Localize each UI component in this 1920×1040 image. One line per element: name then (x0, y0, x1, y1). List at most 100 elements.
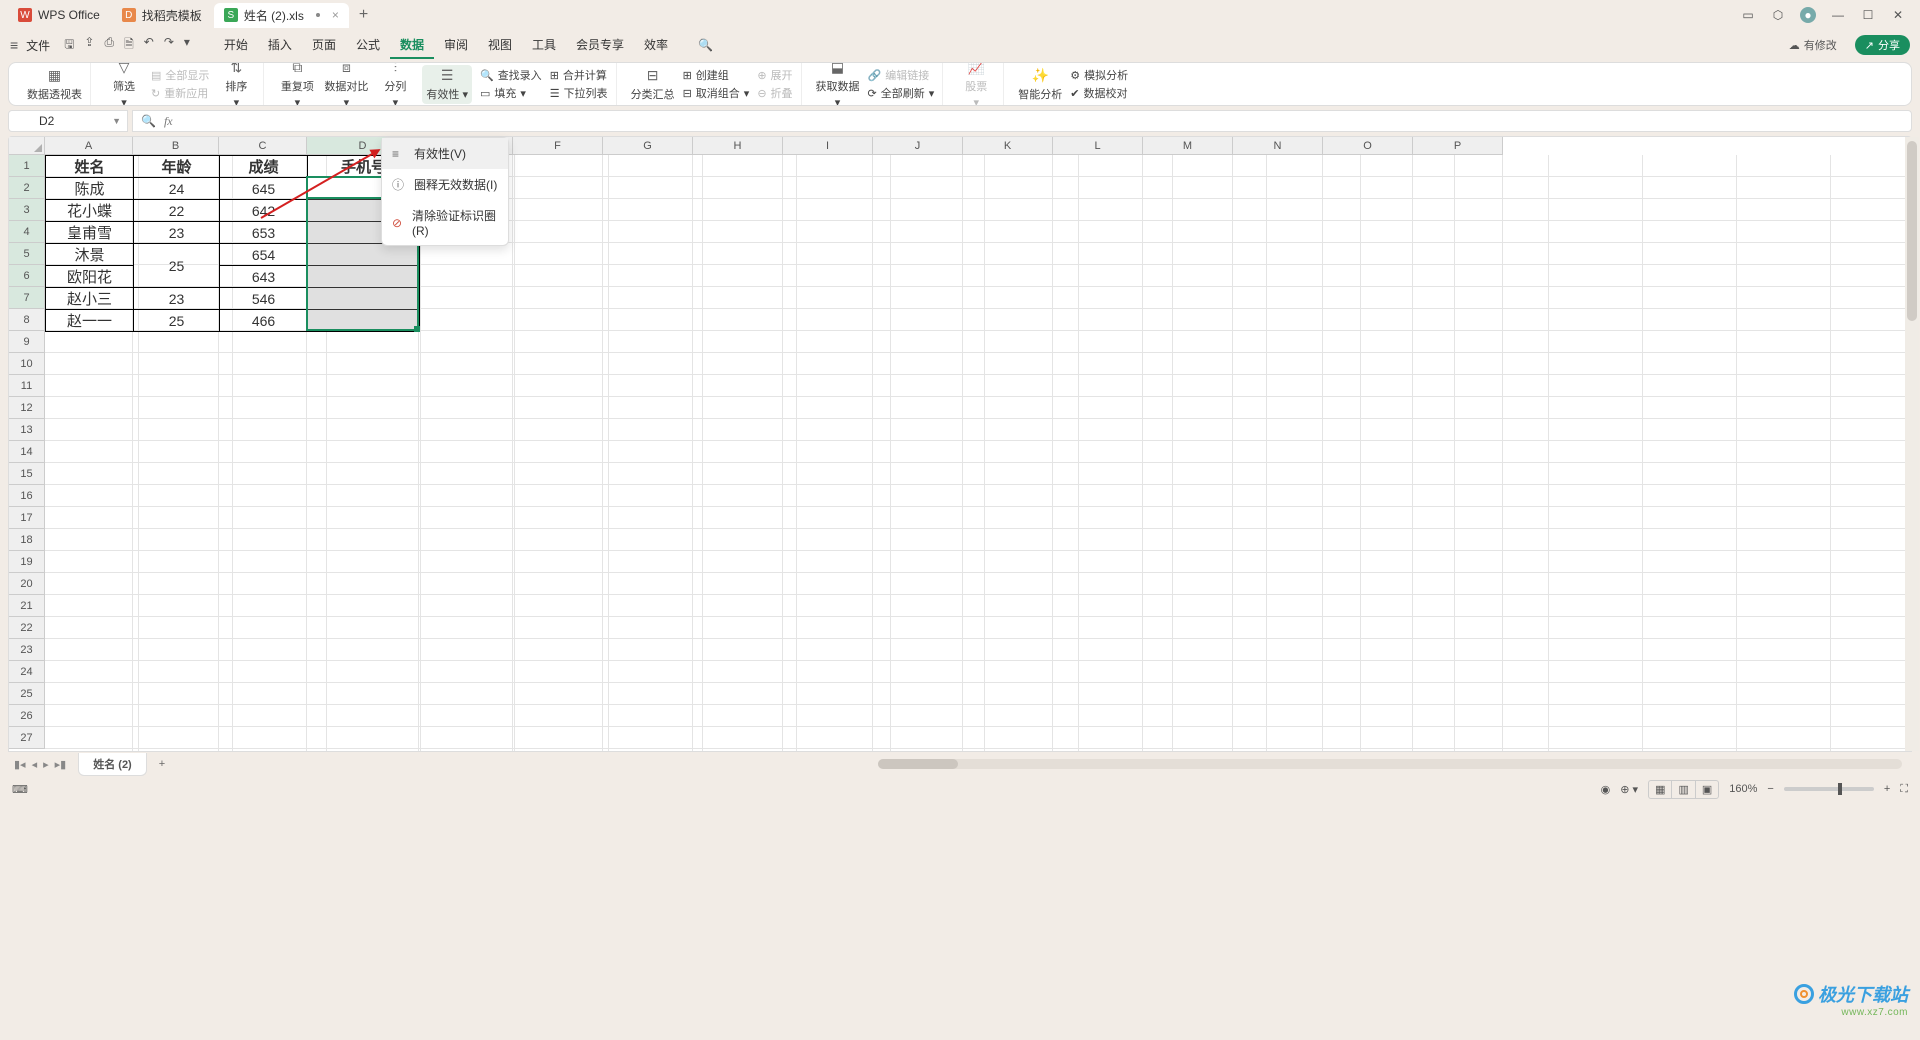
window-restore-icon[interactable]: ▭ (1740, 7, 1756, 23)
validity-button[interactable]: ☰有效性 ▾ (422, 65, 472, 104)
row-header-6[interactable]: 6 (9, 265, 45, 287)
row-header-16[interactable]: 16 (9, 485, 45, 507)
subtotal-button[interactable]: ⊟分类汇总 (631, 67, 675, 102)
fill-button[interactable]: ▭填充▾ (480, 85, 542, 101)
zoom-slider[interactable] (1784, 787, 1874, 791)
row-header-18[interactable]: 18 (9, 529, 45, 551)
row-header-11[interactable]: 11 (9, 375, 45, 397)
menutab-工具[interactable]: 工具 (522, 32, 566, 59)
validity-menu-item-0[interactable]: ≡有效性(V) (382, 138, 508, 169)
close-window-icon[interactable]: ✕ (1890, 7, 1906, 23)
filter-button[interactable]: ▽筛选▾ (105, 62, 143, 106)
duplicates-button[interactable]: ⧉重复项▾ (278, 62, 316, 106)
find-entry-button[interactable]: 🔍查找录入 (480, 67, 542, 83)
fullscreen-icon[interactable]: ⛶ (1900, 783, 1908, 796)
col-header-P[interactable]: P (1413, 137, 1503, 155)
data-cell[interactable]: 皇甫雪 (46, 222, 134, 244)
chevron-down-icon[interactable]: ▼ (112, 116, 121, 126)
data-cell[interactable]: 花小蝶 (46, 200, 134, 222)
minimize-icon[interactable]: — (1830, 7, 1846, 23)
zoom-level[interactable]: 160% (1729, 783, 1757, 795)
col-header-H[interactable]: H (693, 137, 783, 155)
row-header-1[interactable]: 1 (9, 155, 45, 177)
col-header-I[interactable]: I (783, 137, 873, 155)
data-cell[interactable]: 赵小三 (46, 288, 134, 310)
row-header-22[interactable]: 22 (9, 617, 45, 639)
maximize-icon[interactable]: ☐ (1860, 7, 1876, 23)
new-tab-button[interactable]: + (351, 6, 376, 24)
expand-button[interactable]: ⊕展开 (757, 67, 792, 83)
row-header-17[interactable]: 17 (9, 507, 45, 529)
row-header-12[interactable]: 12 (9, 397, 45, 419)
row-header-19[interactable]: 19 (9, 551, 45, 573)
horizontal-scrollbar[interactable] (878, 759, 1902, 769)
text-to-columns-button[interactable]: ⫶分列▾ (376, 62, 414, 106)
get-data-button[interactable]: ⬓获取数据▾ (816, 62, 860, 106)
sheet-nav-first[interactable]: ▮◂ (14, 758, 26, 771)
share-button[interactable]: ↗ 分享 (1855, 35, 1910, 55)
tab-current-file[interactable]: S 姓名 (2).xls × (214, 3, 349, 28)
zoom-in-button[interactable]: + (1884, 783, 1890, 795)
data-cell[interactable]: 466 (220, 310, 308, 332)
data-cell[interactable]: 643 (220, 266, 308, 288)
row-header-3[interactable]: 3 (9, 199, 45, 221)
view-normal-button[interactable]: ▦ (1649, 781, 1672, 798)
add-sheet-button[interactable]: + (153, 758, 171, 770)
row-header-10[interactable]: 10 (9, 353, 45, 375)
row-header-9[interactable]: 9 (9, 331, 45, 353)
row-header-2[interactable]: 2 (9, 177, 45, 199)
col-header-B[interactable]: B (133, 137, 219, 155)
zoom-out-button[interactable]: − (1767, 783, 1773, 795)
whatif-button[interactable]: ⚙模拟分析 (1070, 67, 1128, 83)
edit-links-button[interactable]: 🔗编辑链接 (868, 67, 935, 83)
row-header-15[interactable]: 15 (9, 463, 45, 485)
col-header-L[interactable]: L (1053, 137, 1143, 155)
qa-dropdown-icon[interactable]: ▾ (184, 35, 190, 56)
sheet-nav-prev[interactable]: ◂ (32, 758, 38, 771)
row-header-26[interactable]: 26 (9, 705, 45, 727)
preview-icon[interactable]: 🗎 (124, 35, 134, 56)
col-header-J[interactable]: J (873, 137, 963, 155)
redo-icon[interactable]: ↷ (164, 35, 174, 56)
menutab-页面[interactable]: 页面 (302, 32, 346, 59)
menutab-视图[interactable]: 视图 (478, 32, 522, 59)
stocks-button[interactable]: 📈股票▾ (957, 62, 995, 106)
data-cell[interactable]: 赵一一 (46, 310, 134, 332)
save-icon[interactable]: 🖫 (64, 35, 74, 56)
header-cell[interactable]: 姓名 (46, 156, 134, 178)
menutab-开始[interactable]: 开始 (214, 32, 258, 59)
formula-input[interactable]: 🔍 fx (132, 110, 1912, 132)
row-header-4[interactable]: 4 (9, 221, 45, 243)
col-header-N[interactable]: N (1233, 137, 1323, 155)
row-header-20[interactable]: 20 (9, 573, 45, 595)
data-cell[interactable]: 沐景 (46, 244, 134, 266)
reapply-button[interactable]: ↻重新应用 (151, 85, 209, 101)
data-cell[interactable]: 642 (220, 200, 308, 222)
theme-icon[interactable]: ⊕ ▾ (1620, 783, 1638, 796)
pivot-table-button[interactable]: ▦数据透视表 (27, 67, 82, 102)
sheet-tab[interactable]: 姓名 (2) (78, 753, 147, 776)
close-tab-icon[interactable]: × (332, 8, 339, 22)
cell-reference-input[interactable]: D2 ▼ (8, 110, 128, 132)
data-cell[interactable] (308, 310, 420, 332)
view-pagelayout-button[interactable]: ▣ (1696, 781, 1718, 798)
group-button[interactable]: ⊞创建组 (683, 67, 750, 83)
menutab-公式[interactable]: 公式 (346, 32, 390, 59)
magnify-icon[interactable]: 🔍 (141, 114, 156, 128)
data-cell[interactable]: 546 (220, 288, 308, 310)
row-header-24[interactable]: 24 (9, 661, 45, 683)
dropdown-list-button[interactable]: ☰下拉列表 (550, 85, 608, 101)
validity-menu-item-1[interactable]: ⓘ圈释无效数据(I) (382, 169, 508, 200)
keyboard-icon[interactable]: ⌨ (12, 783, 28, 796)
menutab-数据[interactable]: 数据 (390, 32, 434, 59)
collapse-button[interactable]: ⊖折叠 (757, 85, 792, 101)
row-header-14[interactable]: 14 (9, 441, 45, 463)
validity-menu-item-2[interactable]: ⊘清除验证标识圈(R) (382, 200, 508, 245)
data-proof-button[interactable]: ✔数据校对 (1070, 85, 1128, 101)
file-menu[interactable]: 文件 (26, 37, 50, 54)
scrollbar-thumb[interactable] (1907, 141, 1917, 321)
row-header-21[interactable]: 21 (9, 595, 45, 617)
data-cell[interactable]: 欧阳花 (46, 266, 134, 288)
print-icon[interactable]: ⎙ (104, 35, 114, 56)
tab-wps[interactable]: W WPS Office (8, 4, 110, 26)
